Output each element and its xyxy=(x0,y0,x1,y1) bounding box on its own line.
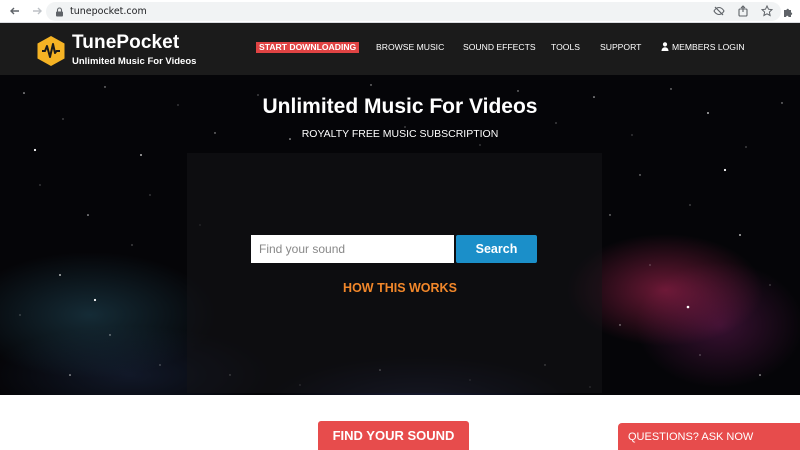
members-login-label: MEMBERS LOGIN xyxy=(672,42,745,52)
back-icon[interactable] xyxy=(8,4,22,18)
nav-sound-effects[interactable]: SOUND EFFECTS xyxy=(463,42,536,53)
extensions-icon[interactable] xyxy=(782,5,794,17)
nav-tools[interactable]: TOOLS xyxy=(551,42,580,53)
how-this-works-link[interactable]: HOW THIS WORKS xyxy=(0,281,800,295)
questions-ask-now-button[interactable]: QUESTIONS? ASK NOW xyxy=(618,423,800,450)
main-nav: START DOWNLOADING BROWSE MUSIC SOUND EFF… xyxy=(0,42,800,56)
nav-start-downloading[interactable]: START DOWNLOADING xyxy=(256,42,360,53)
share-icon[interactable] xyxy=(737,5,749,17)
site-header: TunePocket Unlimited Music For Videos ST… xyxy=(0,23,800,75)
hero-title: Unlimited Music For Videos xyxy=(262,95,538,118)
nav-support[interactable]: SUPPORT xyxy=(600,42,641,53)
user-icon xyxy=(661,42,669,51)
lock-icon[interactable] xyxy=(54,6,64,17)
address-bar[interactable]: tunepocket.com xyxy=(46,2,781,21)
nav-members-login[interactable]: MEMBERS LOGIN xyxy=(661,42,745,53)
search-input[interactable] xyxy=(251,235,454,263)
star-icon[interactable] xyxy=(761,5,773,17)
brand-tagline: Unlimited Music For Videos xyxy=(72,56,197,67)
search-button[interactable]: Search xyxy=(456,235,537,263)
hero-overlay-panel xyxy=(187,153,602,393)
find-your-sound-button[interactable]: FIND YOUR SOUND xyxy=(318,421,469,450)
hero-subtitle: ROYALTY FREE MUSIC SUBSCRIPTION xyxy=(301,128,499,140)
url-text[interactable]: tunepocket.com xyxy=(70,6,147,17)
browser-toolbar: tunepocket.com xyxy=(0,0,800,23)
forward-icon[interactable] xyxy=(30,4,44,18)
eye-off-icon[interactable] xyxy=(713,5,725,17)
nav-browse-music[interactable]: BROWSE MUSIC xyxy=(376,42,444,53)
